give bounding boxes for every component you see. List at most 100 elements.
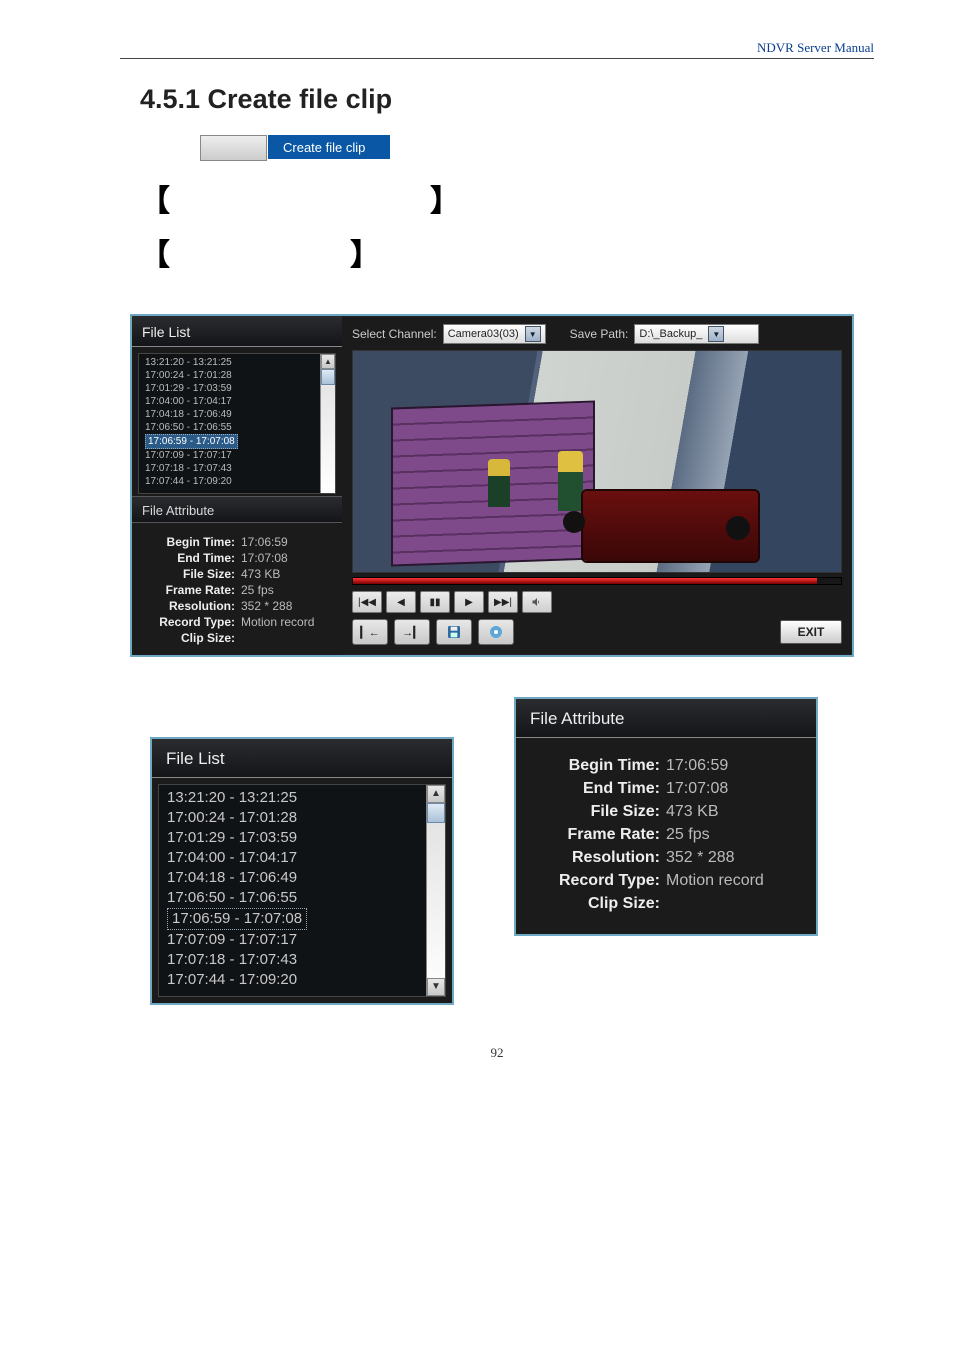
clip-app-panel: File List 13:21:20 - 13:21:25 17:00:24 -… xyxy=(130,314,854,657)
file-attribute-title: File Attribute xyxy=(132,496,342,523)
pause-button[interactable]: ▮▮ xyxy=(420,591,450,613)
select-channel-label: Select Channel: xyxy=(352,327,437,341)
attr-clip-size-label: Clip Size: xyxy=(140,631,235,645)
bracket-close-2: 】 xyxy=(350,230,380,274)
list-item[interactable]: 17:07:09 - 17:07:17 xyxy=(145,449,335,462)
scrollbar[interactable]: ▲ xyxy=(320,354,335,493)
attr-begin-time-value: 17:06:59 xyxy=(241,535,288,549)
list-item[interactable]: 17:04:00 - 17:04:17 xyxy=(145,395,335,408)
cutout-file-list-title: File List xyxy=(152,739,452,778)
list-item[interactable]: 17:06:50 - 17:06:55 xyxy=(145,421,335,434)
play-button[interactable]: ▶ xyxy=(454,591,484,613)
playback-controls: |◀◀ ◀ ▮▮ ▶ ▶▶| xyxy=(352,591,842,613)
scroll-thumb[interactable] xyxy=(321,369,335,385)
select-channel-value: Camera03(03) xyxy=(448,328,519,340)
list-item[interactable]: 17:04:18 - 17:06:49 xyxy=(145,408,335,421)
attr-record-type-value: Motion record xyxy=(666,872,764,890)
scroll-down-icon[interactable]: ▼ xyxy=(427,978,445,996)
page-number: 92 xyxy=(120,1045,874,1061)
mark-in-button[interactable]: ▎← xyxy=(352,619,388,645)
bracket-row-2: 【 】 xyxy=(140,230,874,274)
list-item[interactable]: 17:06:50 - 17:06:55 xyxy=(167,888,445,908)
attr-resolution-label: Resolution: xyxy=(530,849,660,867)
list-item[interactable]: 17:07:44 - 17:09:20 xyxy=(145,475,335,488)
attr-record-type-label: Record Type: xyxy=(530,872,660,890)
volume-button[interactable] xyxy=(522,591,552,613)
attr-record-type-value: Motion record xyxy=(241,615,314,629)
file-list[interactable]: 13:21:20 - 13:21:25 17:00:24 - 17:01:28 … xyxy=(138,353,336,494)
attr-resolution-value: 352 * 288 xyxy=(666,849,735,867)
last-button[interactable]: ▶▶| xyxy=(488,591,518,613)
create-file-clip-tab[interactable]: Create file clip xyxy=(268,135,390,159)
exit-button[interactable]: EXIT xyxy=(780,620,842,644)
seek-progress xyxy=(353,578,817,584)
attr-resolution-value: 352 * 288 xyxy=(241,599,292,613)
mark-out-button[interactable]: →▎ xyxy=(394,619,430,645)
bracket-close: 】 xyxy=(430,176,460,220)
list-item[interactable]: 13:21:20 - 13:21:25 xyxy=(145,356,335,369)
attr-begin-time-label: Begin Time: xyxy=(140,535,235,549)
first-button[interactable]: |◀◀ xyxy=(352,591,382,613)
attr-resolution-label: Resolution: xyxy=(140,599,235,613)
scroll-up-icon[interactable]: ▲ xyxy=(321,354,335,369)
attr-file-size-label: File Size: xyxy=(530,803,660,821)
attr-file-size-value: 473 KB xyxy=(666,803,718,821)
video-worker xyxy=(558,451,583,511)
attr-end-time-value: 17:07:08 xyxy=(241,551,288,565)
cutout-file-list[interactable]: 13:21:20 - 13:21:25 17:00:24 - 17:01:28 … xyxy=(158,784,446,997)
attr-file-size-label: File Size: xyxy=(140,567,235,581)
save-path-dropdown[interactable]: D:\_Backup_ ▼ xyxy=(634,324,759,344)
section-heading: 4.5.1 Create file clip xyxy=(140,84,874,115)
attr-end-time-label: End Time: xyxy=(530,780,660,798)
attr-file-size-value: 473 KB xyxy=(241,567,280,581)
create-file-clip-tab-label: Create file clip xyxy=(283,140,365,155)
cutout-file-attribute-panel: File Attribute Begin Time: 17:06:59 End T… xyxy=(514,697,818,936)
exit-button-label: EXIT xyxy=(798,625,825,639)
list-item-selected[interactable]: 17:06:59 - 17:07:08 xyxy=(145,434,238,449)
seek-bar[interactable] xyxy=(352,577,842,585)
disc-icon xyxy=(488,624,504,640)
scrollbar[interactable]: ▲ ▼ xyxy=(426,785,445,996)
save-path-value: D:\_Backup_ xyxy=(639,328,702,340)
list-item[interactable]: 17:01:29 - 17:03:59 xyxy=(167,828,445,848)
burn-disc-button[interactable] xyxy=(478,619,514,645)
attr-frame-rate-label: Frame Rate: xyxy=(530,826,660,844)
toolbar-row: Create file clip xyxy=(200,135,874,161)
list-item[interactable]: 17:04:18 - 17:06:49 xyxy=(167,868,445,888)
attr-begin-time-value: 17:06:59 xyxy=(666,757,728,775)
scroll-thumb[interactable] xyxy=(427,803,445,823)
scroll-up-icon[interactable]: ▲ xyxy=(427,785,445,803)
attr-frame-rate-value: 25 fps xyxy=(241,583,274,597)
list-item[interactable]: 17:07:09 - 17:07:17 xyxy=(167,930,445,950)
list-item[interactable]: 17:07:44 - 17:09:20 xyxy=(167,970,445,990)
list-item-selected[interactable]: 17:06:59 - 17:07:08 xyxy=(167,908,307,930)
attr-end-time-value: 17:07:08 xyxy=(666,780,728,798)
video-forklift xyxy=(583,491,758,561)
cutout-file-attribute-title: File Attribute xyxy=(516,699,816,738)
rewind-button[interactable]: ◀ xyxy=(386,591,416,613)
cutout-file-list-panel: File List 13:21:20 - 13:21:25 17:00:24 -… xyxy=(150,737,454,1005)
save-icon xyxy=(446,624,462,640)
video-preview xyxy=(352,350,842,573)
doc-header-brand: NDVR Server Manual xyxy=(120,40,874,56)
attr-record-type-label: Record Type: xyxy=(140,615,235,629)
bracket-open-2: 【 xyxy=(140,230,170,274)
toolbar-button-blank[interactable] xyxy=(200,135,267,161)
list-item[interactable]: 17:00:24 - 17:01:28 xyxy=(167,808,445,828)
attr-frame-rate-label: Frame Rate: xyxy=(140,583,235,597)
list-item[interactable]: 17:04:00 - 17:04:17 xyxy=(167,848,445,868)
attr-clip-size-label: Clip Size: xyxy=(530,895,660,913)
list-item[interactable]: 17:07:18 - 17:07:43 xyxy=(167,950,445,970)
attr-begin-time-label: Begin Time: xyxy=(530,757,660,775)
list-item[interactable]: 17:01:29 - 17:03:59 xyxy=(145,382,335,395)
list-item[interactable]: 17:00:24 - 17:01:28 xyxy=(145,369,335,382)
list-item[interactable]: 17:07:18 - 17:07:43 xyxy=(145,462,335,475)
file-attribute-panel: Begin Time:17:06:59 End Time:17:07:08 Fi… xyxy=(132,523,342,655)
attr-frame-rate-value: 25 fps xyxy=(666,826,710,844)
list-item[interactable]: 13:21:20 - 13:21:25 xyxy=(167,788,445,808)
file-list-title: File List xyxy=(132,316,342,347)
chevron-down-icon: ▼ xyxy=(708,326,724,342)
select-channel-dropdown[interactable]: Camera03(03) ▼ xyxy=(443,324,546,344)
video-scene-illustration xyxy=(353,351,841,572)
save-clip-button[interactable] xyxy=(436,619,472,645)
